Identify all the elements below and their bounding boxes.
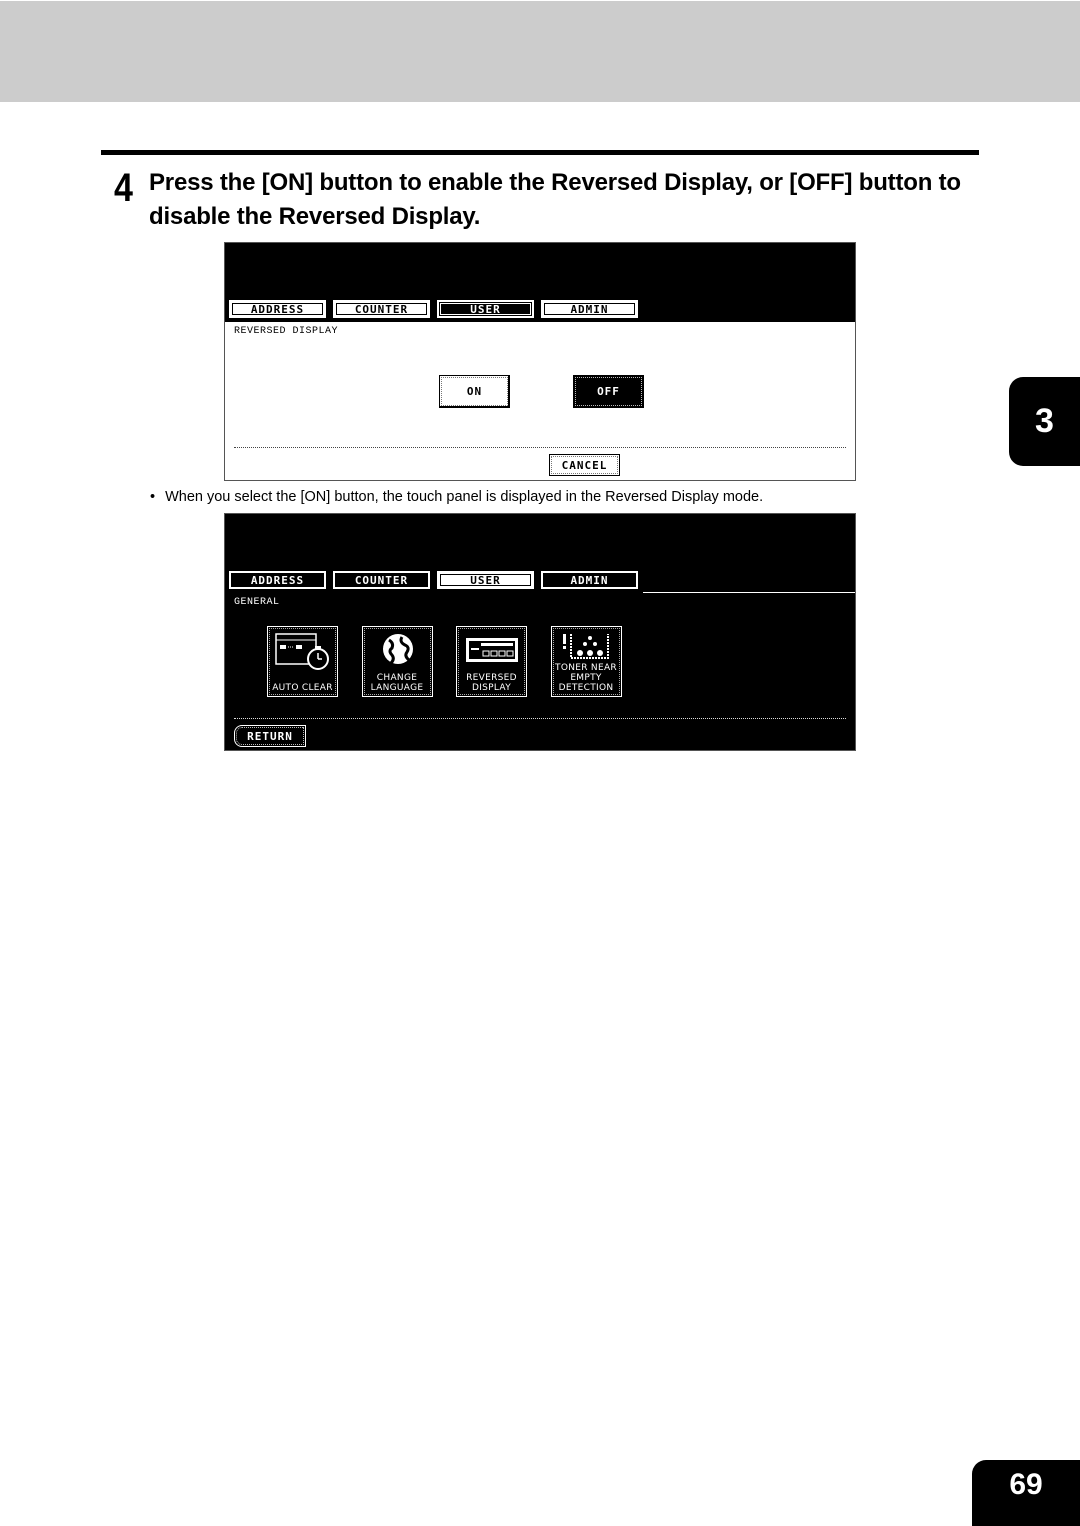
cancel-button[interactable]: CANCEL	[549, 454, 620, 476]
icon-label: REVERSED DISPLAY	[466, 673, 517, 693]
section-label: REVERSED DISPLAY	[234, 326, 339, 337]
header-band	[0, 1, 1080, 102]
chapter-tab: 3	[1009, 377, 1080, 466]
tab-address[interactable]: ADDRESS	[229, 300, 326, 318]
tab-bar: ADDRESS COUNTER USER ADMIN	[229, 571, 645, 593]
note-text: When you select the [ON] button, the tou…	[165, 489, 764, 505]
divider	[234, 447, 846, 448]
return-button[interactable]: RETURN	[234, 725, 306, 747]
touch-panel-general-reversed: ADDRESS COUNTER USER ADMIN GENERAL AUTO …	[224, 513, 856, 751]
bullet-marker: •	[150, 489, 156, 505]
tab-counter[interactable]: COUNTER	[333, 571, 430, 589]
change-language-button[interactable]: CHANGE LANGUAGE	[361, 626, 433, 697]
off-button[interactable]: OFF	[573, 375, 644, 408]
tab-user[interactable]: USER	[437, 300, 534, 318]
tab-counter[interactable]: COUNTER	[333, 300, 430, 318]
tab-bar: ADDRESS COUNTER USER ADMIN	[229, 300, 645, 322]
section-label: GENERAL	[234, 597, 280, 608]
tab-user[interactable]: USER	[437, 571, 534, 589]
toner-near-empty-detection-button[interactable]: TONER NEAR EMPTY DETECTION	[550, 626, 622, 697]
icon-label: TONER NEAR EMPTY DETECTION	[555, 663, 617, 693]
globe-icon	[382, 634, 413, 665]
icon-label: CHANGE LANGUAGE	[370, 673, 424, 693]
function-icons: AUTO CLEAR CHANGE LANGUAGE REVERSED DISP…	[267, 626, 645, 697]
tab-baseline	[643, 592, 855, 593]
tab-admin[interactable]: ADMIN	[541, 571, 638, 589]
touch-panel-reversed-display-setting: ADDRESS COUNTER USER ADMIN REVERSED DISP…	[224, 242, 856, 481]
display-panel-icon	[466, 638, 518, 662]
step-instruction: Press the [ON] button to enable the Reve…	[149, 169, 961, 230]
section-rule	[101, 150, 979, 155]
page-number: 69	[972, 1460, 1080, 1526]
note: • When you select the [ON] button, the to…	[150, 489, 763, 505]
step-number: 4	[114, 166, 133, 210]
on-button[interactable]: ON	[439, 375, 510, 408]
tab-admin[interactable]: ADMIN	[541, 300, 638, 318]
timer-window-icon	[275, 633, 329, 670]
tab-address[interactable]: ADDRESS	[229, 571, 326, 589]
divider	[234, 718, 846, 719]
reversed-display-button[interactable]: REVERSED DISPLAY	[456, 626, 527, 697]
auto-clear-button[interactable]: AUTO CLEAR	[267, 626, 338, 697]
icon-label: AUTO CLEAR	[272, 683, 333, 693]
